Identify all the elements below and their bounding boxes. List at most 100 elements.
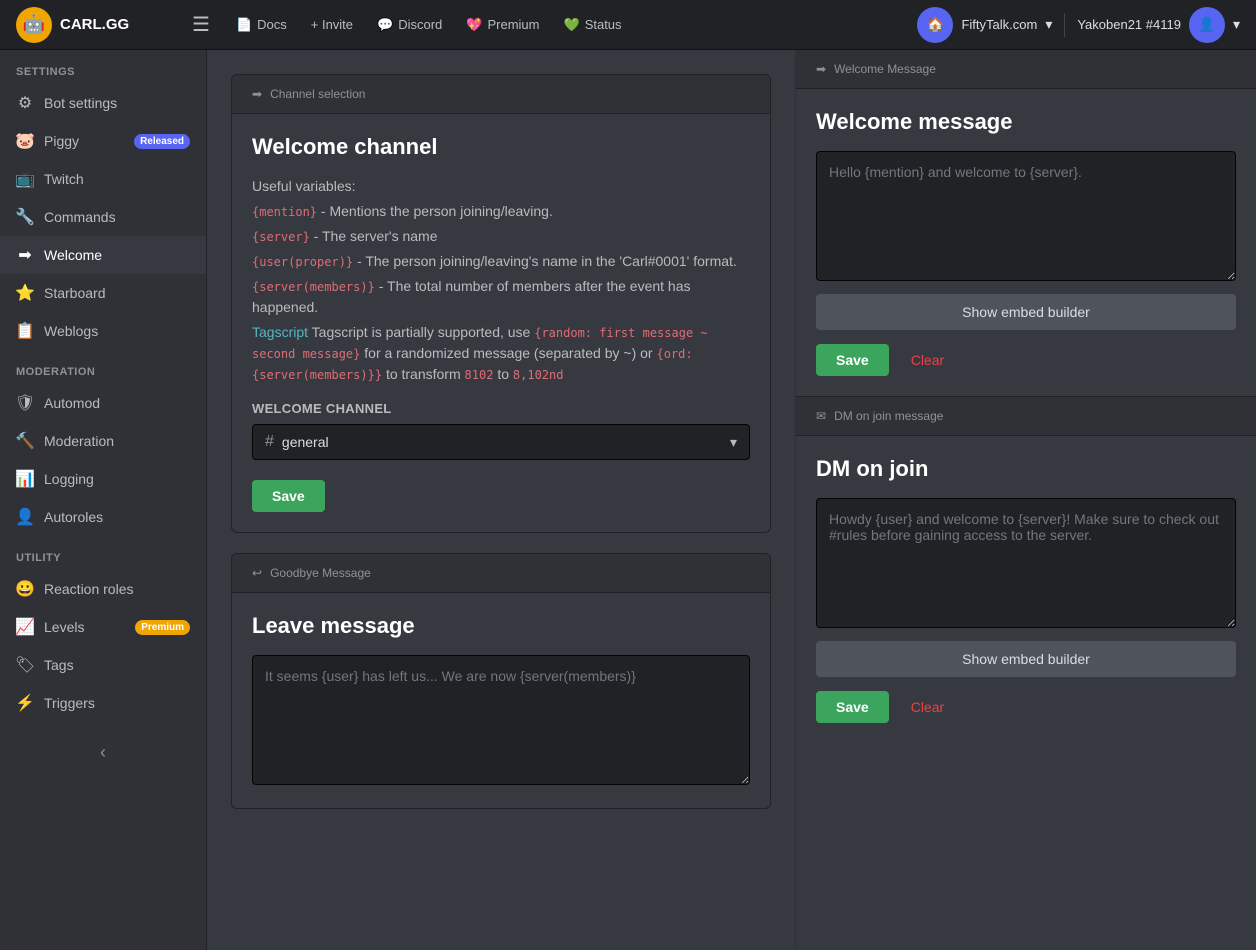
sidebar-item-triggers[interactable]: ⚡ Triggers: [0, 684, 206, 722]
var-user-proper-desc: - The person joining/leaving's name in t…: [353, 253, 737, 269]
sidebar-item-logging[interactable]: 📊 Logging: [0, 460, 206, 498]
sidebar-item-weblogs[interactable]: 📋 Weblogs: [0, 312, 206, 350]
sidebar-item-label: Reaction roles: [44, 581, 134, 597]
sidebar-item-label: Levels: [44, 619, 84, 635]
chevron-down-icon: ▾: [730, 434, 737, 451]
hash-icon: #: [265, 433, 274, 451]
var-user-proper: {user(proper)} - The person joining/leav…: [252, 251, 750, 272]
settings-section-title: SETTINGS: [0, 50, 206, 84]
autoroles-icon: 👤: [16, 508, 34, 526]
discord-link[interactable]: 💬 Discord: [367, 11, 452, 39]
channel-select-dropdown[interactable]: # general ▾: [252, 424, 750, 460]
tagscript-to: to: [497, 366, 513, 382]
user-selector[interactable]: Yakoben21 #4119 👤 ▾: [1077, 7, 1240, 43]
reaction-roles-icon: 😀: [16, 580, 34, 598]
show-embed-builder-button[interactable]: Show embed builder: [816, 294, 1236, 330]
sidebar-item-label: Piggy: [44, 133, 79, 149]
topnav: 🤖 CARL.GG ☰ 📄 Docs + Invite 💬 Discord 💖 …: [0, 0, 1256, 50]
main-content: ➡ Channel selection Welcome channel Usef…: [207, 50, 1256, 950]
sidebar-item-label: Commands: [44, 209, 116, 225]
premium-label: Premium: [487, 17, 539, 32]
sidebar-item-reaction-roles[interactable]: 😀 Reaction roles: [0, 570, 206, 608]
goodbye-message-body: Leave message: [232, 593, 770, 808]
sidebar-item-starboard[interactable]: ⭐ Starboard: [0, 274, 206, 312]
premium-link[interactable]: 💖 Premium: [456, 11, 549, 39]
sidebar-item-twitch[interactable]: 📺 Twitch: [0, 160, 206, 198]
moderation-section-title: MODERATION: [0, 350, 206, 384]
status-label: Status: [585, 17, 622, 32]
welcome-message-header-text: Welcome Message: [834, 62, 936, 76]
welcome-save-button[interactable]: Save: [816, 344, 889, 376]
docs-label: Docs: [257, 17, 287, 32]
welcome-message-textarea[interactable]: [816, 151, 1236, 281]
docs-link[interactable]: 📄 Docs: [226, 11, 297, 39]
tagscript-note: Tagscript Tagscript is partially support…: [252, 322, 750, 385]
dm-on-join-textarea[interactable]: [816, 498, 1236, 628]
starboard-icon: ⭐: [16, 284, 34, 302]
sidebar-item-label: Moderation: [44, 433, 114, 449]
var-mention-tag: {mention}: [252, 205, 317, 219]
piggy-icon: 🐷: [16, 132, 34, 150]
sidebar-item-automod[interactable]: 🛡 Automod: [0, 384, 206, 422]
levels-icon: 📈: [16, 618, 34, 636]
sidebar-item-autoroles[interactable]: 👤 Autoroles: [0, 498, 206, 536]
server-selector[interactable]: 🏠 FiftyTalk.com ▾: [917, 7, 1052, 43]
collapse-icon: ‹: [100, 742, 106, 763]
sidebar-item-bot-settings[interactable]: ⚙ Bot settings: [0, 84, 206, 122]
welcome-icon: ➡: [16, 246, 34, 264]
sidebar-item-tags[interactable]: 🏷 Tags: [0, 646, 206, 684]
sidebar-item-levels[interactable]: 📈 Levels Premium: [0, 608, 206, 646]
moderation-icon: 🔨: [16, 432, 34, 450]
show-embed-builder-button-2[interactable]: Show embed builder: [816, 641, 1236, 677]
sidebar-item-moderation[interactable]: 🔨 Moderation: [0, 422, 206, 460]
dm-on-join-header-text: DM on join message: [834, 409, 943, 423]
var-server-members: {server(members)} - The total number of …: [252, 276, 750, 318]
dm-clear-button[interactable]: Clear: [899, 691, 956, 723]
goodbye-header-text: Goodbye Message: [270, 566, 371, 580]
right-panel: ➡ Welcome Message Welcome message Show e…: [796, 50, 1256, 950]
welcome-clear-button[interactable]: Clear: [899, 344, 956, 376]
save-channel-button[interactable]: Save: [252, 480, 325, 512]
var-server-tag: {server}: [252, 230, 310, 244]
sidebar-item-commands[interactable]: 🔧 Commands: [0, 198, 206, 236]
gear-icon: ⚙: [16, 94, 34, 112]
sidebar-item-label: Starboard: [44, 285, 105, 301]
status-icon: 💚: [564, 17, 580, 33]
layout: SETTINGS ⚙ Bot settings 🐷 Piggy Released…: [0, 50, 1256, 950]
weblogs-icon: 📋: [16, 322, 34, 340]
leave-message-textarea[interactable]: [252, 655, 750, 785]
var-server-desc: - The server's name: [310, 228, 438, 244]
dm-on-join-actions: Save Clear: [816, 691, 1236, 723]
collapse-sidebar-button[interactable]: ‹: [0, 722, 206, 783]
welcome-channel-title: Welcome channel: [252, 134, 750, 160]
menu-icon[interactable]: ☰: [192, 12, 210, 37]
status-link[interactable]: 💚 Status: [554, 11, 632, 39]
welcome-message-section: ➡ Welcome Message Welcome message Show e…: [796, 50, 1256, 397]
welcome-channel-label: Welcome Channel: [252, 401, 750, 416]
tagscript-num1: 8102: [465, 368, 494, 382]
welcome-message-card-header: ➡ Welcome Message: [796, 50, 1256, 89]
server-name: FiftyTalk.com: [961, 17, 1037, 32]
sidebar-item-welcome[interactable]: ➡ Welcome: [0, 236, 206, 274]
docs-icon: 📄: [236, 17, 252, 33]
tagscript-num2: 8,102nd: [513, 368, 564, 382]
server-chevron: ▾: [1045, 16, 1052, 33]
var-mention-desc: - Mentions the person joining/leaving.: [317, 203, 553, 219]
invite-label: + Invite: [311, 17, 353, 32]
nav-divider: [1064, 13, 1065, 37]
welcome-channel-field: Welcome Channel # general ▾: [252, 401, 750, 460]
dm-save-button[interactable]: Save: [816, 691, 889, 723]
dm-on-join-section: ✉ DM on join message DM on join Show emb…: [796, 397, 1256, 743]
automod-icon: 🛡: [16, 394, 34, 412]
sidebar-item-piggy[interactable]: 🐷 Piggy Released: [0, 122, 206, 160]
commands-icon: 🔧: [16, 208, 34, 226]
useful-vars-title: Useful variables:: [252, 176, 750, 197]
server-avatar: 🏠: [917, 7, 953, 43]
channel-selection-header: ➡ Channel selection: [232, 75, 770, 114]
discord-label: Discord: [398, 17, 442, 32]
tagscript-mid: for a randomized message (separated by ~…: [364, 345, 656, 361]
user-avatar: 👤: [1189, 7, 1225, 43]
left-panel: ➡ Channel selection Welcome channel Usef…: [207, 50, 796, 950]
invite-link[interactable]: + Invite: [301, 11, 363, 38]
goodbye-icon: ↩: [252, 566, 262, 580]
